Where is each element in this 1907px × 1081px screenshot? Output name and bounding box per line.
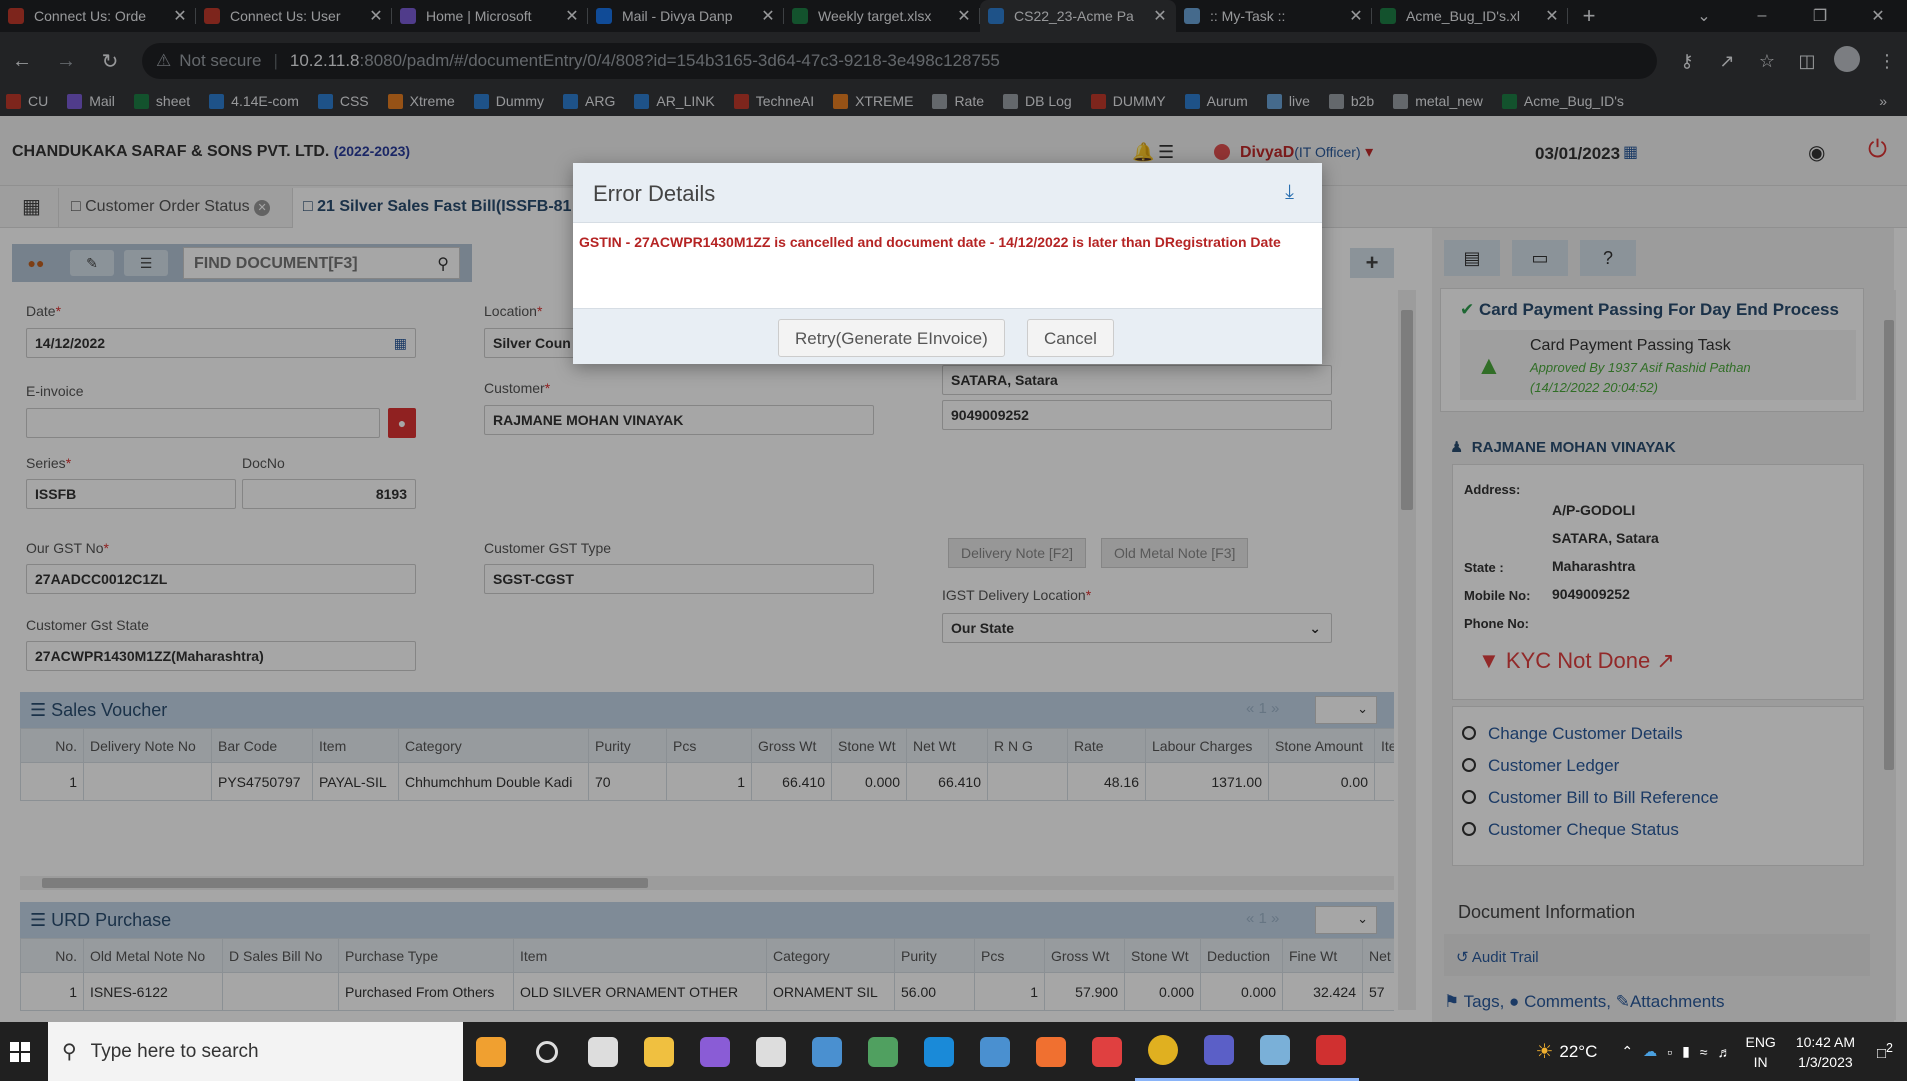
vcs-icon[interactable] [1303,1022,1359,1081]
weather-icon[interactable]: ☀ [1535,1039,1553,1064]
remote-desktop-icon[interactable] [799,1022,855,1081]
widgets-icon [588,1036,618,1067]
error-details-modal: Error Details ⤓ GSTIN - 27ACWPR1430M1ZZ … [573,163,1322,364]
retry-generate-einvoice-button[interactable]: Retry(Generate EInvoice) [778,319,1005,357]
vcs-icon [1316,1035,1346,1065]
taskbar-search[interactable]: ⚲ Type here to search [48,1022,463,1081]
network-icon[interactable]: ▫ [1667,1044,1672,1060]
temperature[interactable]: 22°C [1559,1042,1597,1062]
chrome-icon [1148,1035,1178,1065]
modal-header: Error Details ⤓ [573,163,1322,223]
notepad-icon[interactable] [1247,1022,1303,1081]
remote-desktop-icon [812,1036,842,1067]
wifi-icon[interactable]: ≈ [1700,1044,1708,1060]
cortana-icon[interactable] [463,1022,519,1081]
task-view-icon[interactable] [519,1022,575,1081]
skype-icon [924,1036,954,1067]
volume-icon[interactable]: ♬ [1717,1044,1731,1060]
network-tool-icon[interactable] [855,1022,911,1081]
network-tool-icon [868,1036,898,1067]
skype-icon[interactable] [911,1022,967,1081]
modal-title: Error Details [593,181,716,206]
chrome-icon[interactable] [1135,1022,1191,1081]
sharex-icon[interactable] [967,1022,1023,1081]
xampp-icon[interactable] [1023,1022,1079,1081]
windows-taskbar: ⚲ Type here to search ☀ 22°C ⌃ ☁ ▫ ▮ ≈ ♬ … [0,1022,1907,1081]
cancel-button[interactable]: Cancel [1027,319,1114,357]
visual-studio-icon [700,1036,730,1067]
error-message: GSTIN - 27ACWPR1430M1ZZ is cancelled and… [579,234,1281,250]
modal-backdrop[interactable] [0,0,1907,1022]
notepad-icon [1260,1035,1290,1065]
clock[interactable]: 10:42 AM 1/3/2023 [1796,1032,1855,1072]
modal-footer: Retry(Generate EInvoice) Cancel [573,308,1322,364]
windows-start-icon[interactable] [0,1022,40,1081]
cloud-icon[interactable]: ☁ [1643,1043,1657,1060]
cortana-icon [476,1036,506,1067]
file-explorer-icon [644,1036,674,1067]
notification-icon[interactable]: □2 [1877,1041,1893,1062]
vnc-viewer-icon[interactable] [743,1022,799,1081]
language-indicator[interactable]: ENG IN [1745,1032,1775,1072]
xampp-icon [1036,1036,1066,1067]
file-explorer-icon[interactable] [631,1022,687,1081]
anydesk-icon [1092,1036,1122,1067]
search-icon: ⚲ [62,1041,77,1063]
anydesk-icon[interactable] [1079,1022,1135,1081]
sharex-icon [980,1036,1010,1067]
vnc-viewer-icon [756,1036,786,1067]
teams-icon [1204,1035,1234,1065]
widgets-icon[interactable] [575,1022,631,1081]
chevron-up-icon[interactable]: ⌃ [1621,1043,1633,1060]
task-view-icon [536,1040,558,1063]
teams-icon[interactable] [1191,1022,1247,1081]
visual-studio-icon[interactable] [687,1022,743,1081]
download-icon[interactable]: ⤓ [1285,181,1294,204]
battery-icon[interactable]: ▮ [1682,1043,1690,1060]
